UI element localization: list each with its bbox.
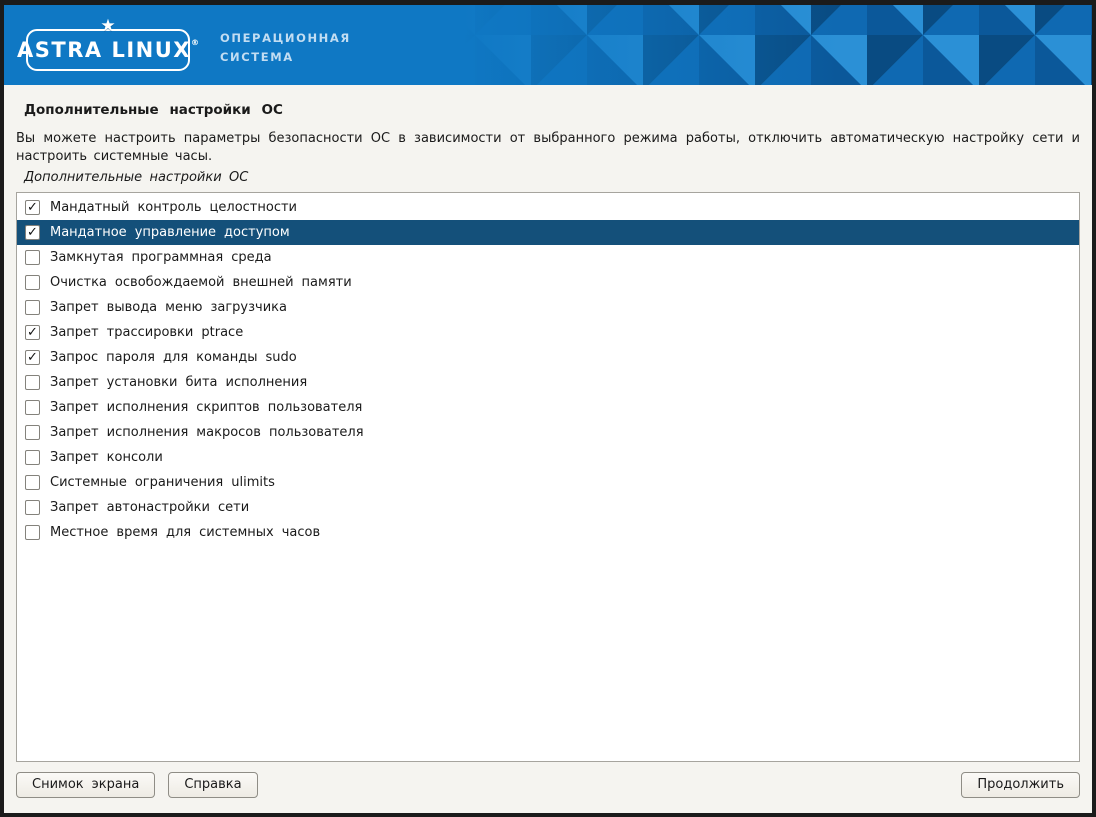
section-label: Дополнительные настройки ОС [24, 170, 1080, 185]
option-label: Запрет установки бита исполнения [50, 375, 307, 390]
registered-mark: ® [191, 38, 199, 47]
list-item[interactable]: Запрет установки бита исполнения [17, 370, 1079, 395]
list-item[interactable]: ✓ Мандатный контроль целостности [17, 195, 1079, 220]
checkbox-icon[interactable]: ✓ [25, 200, 40, 215]
screenshot-button[interactable]: Снимок экрана [16, 772, 155, 798]
option-label: Мандатный контроль целостности [50, 200, 297, 215]
footer-bar: Снимок экрана Справка Продолжить [4, 762, 1092, 813]
logo-wordmark: ASTRA LINUX [17, 38, 191, 62]
checkbox-icon[interactable] [25, 450, 40, 465]
installer-window: ★ ASTRA LINUX® ОПЕРАЦИОННАЯ СИСТЕМА Допо… [0, 0, 1096, 817]
list-item[interactable]: Запрет автонастройки сети [17, 495, 1079, 520]
continue-button[interactable]: Продолжить [961, 772, 1080, 798]
option-label: Запрос пароля для команды sudo [50, 350, 297, 365]
list-item[interactable]: Местное время для системных часов [17, 520, 1079, 545]
option-label: Запрет исполнения макросов пользователя [50, 425, 364, 440]
checkbox-icon[interactable] [25, 500, 40, 515]
checkbox-icon[interactable] [25, 275, 40, 290]
list-item[interactable]: ✓ Мандатное управление доступом [17, 220, 1079, 245]
header-pattern-fade [461, 5, 1092, 85]
option-label: Системные ограничения ulimits [50, 475, 275, 490]
list-item[interactable]: Запрет консоли [17, 445, 1079, 470]
tagline-line2: СИСТЕМА [220, 48, 351, 67]
options-list: ✓ Мандатный контроль целостности ✓ Манда… [16, 192, 1080, 762]
star-icon: ★ [100, 18, 115, 35]
list-item[interactable]: Запрет исполнения скриптов пользователя [17, 395, 1079, 420]
option-label: Замкнутая программная среда [50, 250, 272, 265]
tagline-line1: ОПЕРАЦИОННАЯ [220, 29, 351, 48]
checkbox-icon[interactable] [25, 425, 40, 440]
logo-tagline: ОПЕРАЦИОННАЯ СИСТЕМА [220, 29, 351, 67]
option-label: Очистка освобождаемой внешней памяти [50, 275, 352, 290]
page-title: Дополнительные настройки ОС [24, 102, 1080, 118]
list-item[interactable]: ✓ Запрос пароля для команды sudo [17, 345, 1079, 370]
option-label: Запрет автонастройки сети [50, 500, 249, 515]
option-label: Запрет исполнения скриптов пользователя [50, 400, 362, 415]
checkbox-icon[interactable]: ✓ [25, 225, 40, 240]
option-label: Запрет консоли [50, 450, 163, 465]
checkbox-icon[interactable] [25, 300, 40, 315]
astra-linux-logo: ★ ASTRA LINUX® [26, 29, 190, 71]
logo-text: ASTRA LINUX® [17, 38, 199, 62]
checkbox-icon[interactable] [25, 400, 40, 415]
list-item[interactable]: Очистка освобождаемой внешней памяти [17, 270, 1079, 295]
checkbox-icon[interactable] [25, 375, 40, 390]
checkbox-icon[interactable] [25, 525, 40, 540]
main-content: Дополнительные настройки ОС Вы можете на… [4, 85, 1092, 762]
checkbox-icon[interactable]: ✓ [25, 325, 40, 340]
checkbox-icon[interactable]: ✓ [25, 350, 40, 365]
list-item[interactable]: Запрет исполнения макросов пользователя [17, 420, 1079, 445]
checkbox-icon[interactable] [25, 475, 40, 490]
help-button[interactable]: Справка [168, 772, 257, 798]
list-item[interactable]: ✓ Запрет трассировки ptrace [17, 320, 1079, 345]
option-label: Запрет вывода меню загрузчика [50, 300, 287, 315]
option-label: Местное время для системных часов [50, 525, 320, 540]
list-item[interactable]: Запрет вывода меню загрузчика [17, 295, 1079, 320]
page-description: Вы можете настроить параметры безопаснос… [16, 130, 1080, 165]
list-item[interactable]: Замкнутая программная среда [17, 245, 1079, 270]
option-label: Мандатное управление доступом [50, 225, 290, 240]
list-item[interactable]: Системные ограничения ulimits [17, 470, 1079, 495]
checkbox-icon[interactable] [25, 250, 40, 265]
option-label: Запрет трассировки ptrace [50, 325, 243, 340]
header-banner: ★ ASTRA LINUX® ОПЕРАЦИОННАЯ СИСТЕМА [4, 5, 1092, 85]
